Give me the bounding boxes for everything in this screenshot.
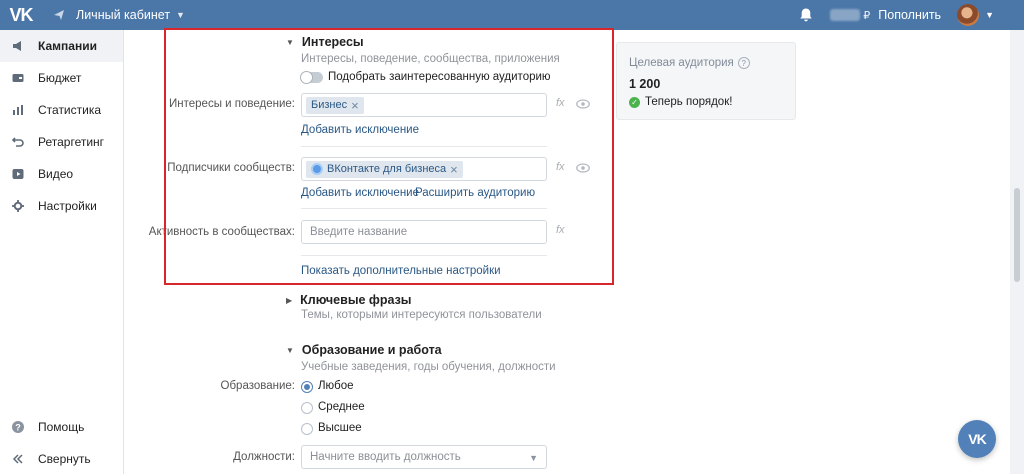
status-text: Теперь порядок! [645, 96, 733, 108]
sidebar-item-statistics[interactable]: Статистика [0, 94, 123, 126]
svg-text:?: ? [15, 422, 21, 432]
keywords-subtitle: Темы, которыми интересуются пользователи [301, 309, 542, 321]
triangle-down-icon: ▼ [286, 345, 294, 355]
sidebar-item-label: Кампании [38, 39, 97, 53]
cabinet-label: Личный кабинет [76, 8, 171, 22]
keywords-section-title[interactable]: ▶ Ключевые фразы [286, 293, 411, 307]
scrollbar[interactable] [1010, 30, 1024, 474]
sidebar-item-label: Статистика [38, 103, 102, 117]
sidebar-item-retargeting[interactable]: Ретаргетинг [0, 126, 123, 158]
radio-label: Высшее [318, 422, 362, 434]
retarget-icon [12, 136, 24, 148]
question-icon[interactable]: ? [737, 57, 750, 69]
education-subtitle: Учебные заведения, годы обучения, должно… [301, 361, 556, 373]
wallet-icon [12, 72, 24, 84]
bell-icon[interactable] [798, 7, 814, 23]
sidebar-item-video[interactable]: Видео [0, 158, 123, 190]
cabinet-switcher[interactable]: Личный кабинет ▼ [76, 8, 185, 22]
highlight-box [164, 28, 614, 285]
education-section-title[interactable]: ▼ Образование и работа [286, 343, 442, 357]
positions-placeholder: Начните вводить должность [310, 451, 461, 463]
collapse-icon [12, 453, 24, 465]
megaphone-icon [12, 40, 24, 52]
sidebar-item-label: Ретаргетинг [38, 135, 105, 149]
help-icon: ? [12, 421, 24, 433]
balance-amount-blurred [830, 9, 861, 21]
education-field-label: Образование: [220, 380, 295, 392]
sidebar-item-budget[interactable]: Бюджет [0, 62, 123, 94]
scroll-thumb[interactable] [1014, 188, 1020, 282]
audience-status: ✓ Теперь порядок! [629, 96, 732, 108]
video-icon [12, 168, 24, 180]
sidebar-item-help[interactable]: ? Помощь [0, 411, 124, 443]
avatar[interactable] [957, 4, 980, 26]
sidebar-item-collapse[interactable]: Свернуть [0, 443, 124, 474]
positions-field-label: Должности: [233, 451, 295, 463]
section-title-text: Образование и работа [301, 343, 442, 357]
gear-icon [12, 200, 24, 212]
sidebar-item-label: Помощь [38, 420, 85, 434]
vk-logo[interactable]: VK [0, 0, 42, 30]
audience-title: Целевая аудитория ? [629, 57, 750, 69]
chevron-down-icon: ▼ [176, 10, 185, 20]
topup-link[interactable]: Пополнить [878, 8, 941, 22]
chevron-down-icon[interactable]: ▼ [985, 10, 994, 20]
sidebar-item-label: Свернуть [38, 452, 91, 466]
vk-floating-button[interactable]: VK [958, 420, 996, 458]
radio-label: Среднее [318, 401, 365, 413]
education-radio-higher[interactable] [301, 423, 313, 435]
sidebar-item-label: Настройки [38, 199, 97, 213]
sidebar-item-label: Бюджет [38, 71, 82, 85]
section-title-text: Ключевые фразы [300, 293, 412, 307]
sidebar-item-campaigns[interactable]: Кампании [0, 30, 123, 62]
currency-symbol: ₽ [863, 9, 871, 22]
target-audience-panel: Целевая аудитория ? 1 200 ✓ Теперь поряд… [616, 42, 796, 120]
top-bar: VK Личный кабинет ▼ ₽ Пополнить ▼ [0, 0, 1024, 30]
education-radio-secondary[interactable] [301, 402, 313, 414]
sidebar-item-settings[interactable]: Настройки [0, 190, 123, 222]
positions-select[interactable]: Начните вводить должность ▼ [301, 445, 547, 469]
check-circle-icon: ✓ [629, 96, 640, 108]
navigation-arrow-icon[interactable] [52, 8, 70, 22]
radio-label: Любое [318, 380, 354, 392]
audience-count: 1 200 [629, 77, 661, 91]
sidebar-item-label: Видео [38, 167, 74, 181]
sidebar: Кампании Бюджет Статистика Ретаргетинг В… [0, 30, 124, 474]
main-content: ▼ Интересы Интересы, поведение, сообщест… [124, 28, 1010, 474]
triangle-right-icon: ▶ [286, 295, 293, 305]
audience-title-text: Целевая аудитория [629, 57, 734, 69]
bar-chart-icon [12, 104, 24, 116]
education-radio-any[interactable] [301, 381, 313, 393]
chevron-down-icon: ▼ [529, 453, 538, 463]
